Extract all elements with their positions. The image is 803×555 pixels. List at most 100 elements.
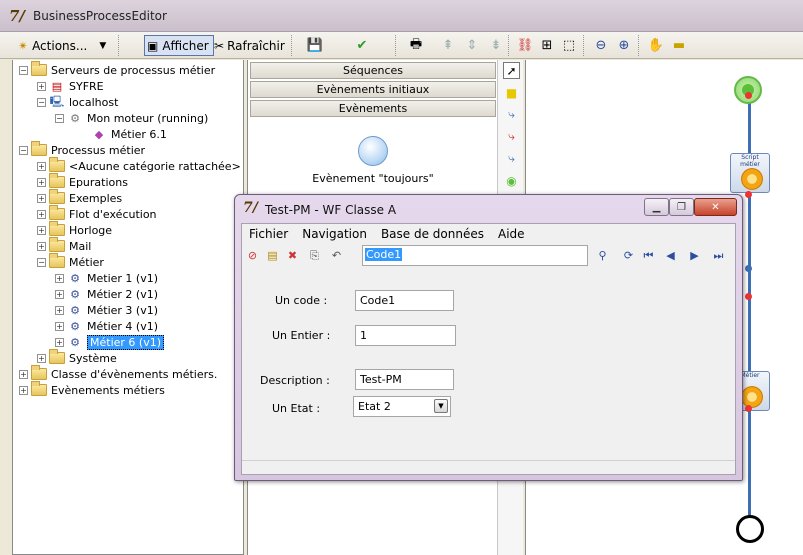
section-evenements-initiaux[interactable]: Evènements initiaux	[250, 81, 496, 98]
tree-item-localhost[interactable]: − 🖳 localhost	[37, 94, 118, 110]
dotted-grid-icon[interactable]: ⬚	[559, 36, 579, 55]
zoom-out-icon[interactable]: ⊖	[591, 36, 611, 55]
delete-record-icon[interactable]: ⊘	[244, 247, 261, 264]
refresh-icon[interactable]: ⟳	[620, 247, 637, 264]
tree-item-processus-metier[interactable]: − Processus métier	[19, 141, 145, 158]
tree-item-serveurs[interactable]: − Serveurs de processus métier	[19, 61, 216, 78]
process-tree[interactable]: − Serveurs de processus métier + ▤ SYFRE…	[12, 60, 244, 555]
checkmark-icon[interactable]: ✔	[352, 36, 372, 55]
end-node[interactable]	[736, 515, 764, 543]
afficher-button[interactable]: ▣ Afficher	[144, 35, 214, 56]
folder-icon	[49, 205, 65, 220]
hand-pan-icon[interactable]: ✋	[646, 36, 666, 55]
new-record-icon[interactable]: ▤	[264, 247, 281, 264]
tree-item-metier-3[interactable]: + ⚙ Métier 3 (v1)	[55, 302, 158, 318]
expand-icon[interactable]: +	[55, 305, 64, 315]
align-center-icon[interactable]: ⇕	[462, 36, 482, 55]
tree-item-syfre[interactable]: + ▤ SYFRE	[37, 78, 104, 94]
entier-field[interactable]: 1	[355, 325, 456, 346]
expand-icon[interactable]: +	[37, 193, 46, 203]
align-top-icon[interactable]: ⇞	[438, 36, 458, 55]
connector-red-tool-icon[interactable]: ⤷	[503, 128, 520, 145]
tree-item-exemples[interactable]: + Exemples	[37, 189, 122, 206]
expand-icon[interactable]: +	[19, 385, 28, 395]
expand-icon[interactable]: +	[37, 161, 46, 171]
section-sequences[interactable]: Séquences	[250, 62, 496, 79]
collapse-icon[interactable]: −	[37, 257, 46, 267]
copy-icon[interactable]: ⎘	[306, 247, 323, 264]
expand-icon[interactable]: +	[37, 177, 46, 187]
next-record-icon[interactable]: ▶	[686, 247, 703, 264]
tree-item-metier-1[interactable]: + ⚙ Metier 1 (v1)	[55, 270, 158, 286]
expand-icon[interactable]: +	[19, 369, 28, 379]
tree-item-classe-evenements[interactable]: + Classe d'évènements métiers.	[19, 365, 217, 382]
tree-item-metier-6-1[interactable]: ◆ Métier 6.1	[91, 126, 167, 142]
tree-item-metier-4[interactable]: + ⚙ Métier 4 (v1)	[55, 318, 158, 334]
expand-icon[interactable]: +	[55, 289, 64, 299]
tree-item-aucune-categorie[interactable]: + <Aucune catégorie rattachée>	[37, 157, 241, 174]
grid-icon[interactable]: ⊞	[537, 36, 557, 55]
close-icon[interactable]: ✕	[694, 198, 737, 216]
rafraichir-button[interactable]: ✂ Rafraîchir	[214, 35, 285, 56]
collapse-icon[interactable]: −	[37, 97, 46, 107]
tree-item-horloge[interactable]: + Horloge	[37, 221, 112, 238]
start-node[interactable]	[734, 76, 762, 104]
previous-record-icon[interactable]: ◀	[662, 247, 679, 264]
link-icon[interactable]: ⛓	[515, 36, 535, 55]
expand-icon[interactable]: +	[37, 353, 46, 363]
chevron-down-icon[interactable]: ▼	[434, 399, 448, 413]
tree-item-mail[interactable]: + Mail	[37, 237, 91, 254]
tree-item-metier-2[interactable]: + ⚙ Métier 2 (v1)	[55, 286, 158, 302]
pointer-tool-icon[interactable]: ➚	[503, 62, 520, 79]
tree-item-evenements-metiers[interactable]: + Evènements métiers	[19, 381, 165, 398]
menu-base-de-donnees[interactable]: Base de données	[374, 225, 491, 243]
menu-fichier[interactable]: Fichier	[242, 225, 295, 243]
save-icon[interactable]: 💾	[305, 36, 325, 55]
expand-icon[interactable]: +	[55, 321, 64, 331]
expand-icon[interactable]: +	[55, 337, 64, 347]
tree-item-label: Evènements métiers	[51, 383, 165, 397]
code-field[interactable]: Code1	[355, 290, 454, 311]
zoom-in-icon[interactable]: ⊕	[614, 36, 634, 55]
cancel-icon[interactable]: ✖	[284, 247, 301, 264]
search-input[interactable]: Code1	[362, 245, 588, 266]
section-evenements[interactable]: Evènements	[250, 100, 496, 117]
tree-item-metier-folder[interactable]: − Métier	[37, 253, 104, 270]
align-bottom-icon[interactable]: ⇟	[486, 36, 506, 55]
actions-menu-button[interactable]: ✴ Actions... ▼	[18, 35, 106, 56]
expand-icon[interactable]: +	[37, 209, 46, 219]
script-task-node[interactable]: Script métier	[730, 153, 770, 193]
tree-item-metier-6[interactable]: + ⚙ Métier 6 (v1)	[55, 334, 165, 350]
event-toujours-icon[interactable]	[358, 136, 388, 166]
last-record-icon[interactable]: ⏭	[710, 247, 727, 264]
maximize-icon[interactable]: ❐	[669, 198, 694, 216]
minimize-icon[interactable]: ▁	[644, 198, 669, 216]
connector-tool-icon[interactable]: ⤷	[503, 106, 520, 123]
undo-icon[interactable]: ↶	[328, 247, 345, 264]
collapse-icon[interactable]: −	[55, 113, 64, 123]
menu-aide[interactable]: Aide	[491, 225, 532, 243]
note-tool-icon[interactable]: ■	[503, 84, 520, 101]
marker-icon[interactable]: ▬	[669, 36, 689, 55]
connector-alt-tool-icon[interactable]: ⤷	[503, 150, 520, 167]
tree-item-flot-execution[interactable]: + Flot d'exécution	[37, 205, 157, 222]
search-icon[interactable]: ⚲	[594, 247, 611, 264]
dialog-titlebar[interactable]: 7/ Test-PM - WF Classe A ▁ ❐ ✕	[235, 195, 742, 223]
tree-item-epurations[interactable]: + Epurations	[37, 173, 128, 190]
tree-item-systeme[interactable]: + Système	[37, 349, 117, 366]
collapse-icon[interactable]: −	[19, 145, 28, 155]
expand-icon[interactable]: +	[37, 225, 46, 235]
print-icon[interactable]: 🖶	[406, 36, 426, 55]
collapse-icon[interactable]: −	[19, 65, 28, 75]
expand-icon[interactable]: +	[37, 81, 46, 91]
expand-icon[interactable]: +	[55, 273, 64, 283]
expand-icon[interactable]: +	[37, 241, 46, 251]
toolbar-separator	[291, 35, 293, 56]
tree-item-label: Serveurs de processus métier	[51, 63, 216, 77]
etat-select[interactable]: Etat 2 ▼	[353, 396, 451, 417]
menu-navigation[interactable]: Navigation	[295, 225, 374, 243]
description-field[interactable]: Test-PM	[355, 369, 454, 390]
tree-item-mon-moteur[interactable]: − ⚙ Mon moteur (running)	[55, 110, 208, 126]
start-node-tool-icon[interactable]: ◉	[503, 172, 520, 189]
first-record-icon[interactable]: ⏮	[640, 247, 657, 264]
